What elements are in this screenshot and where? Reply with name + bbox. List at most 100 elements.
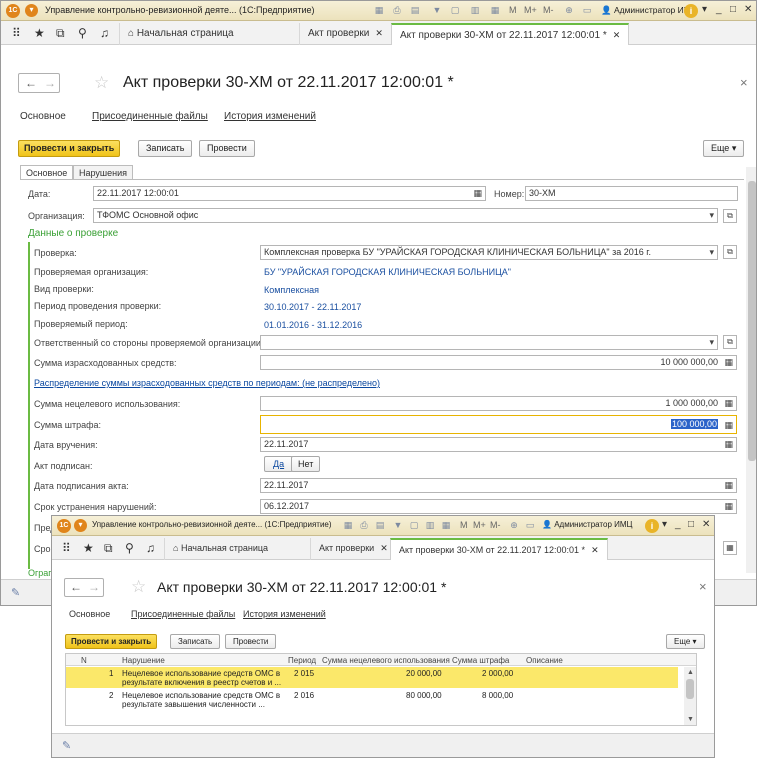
- sign-date-field[interactable]: 22.11.2017 ▦: [260, 478, 737, 493]
- section-attached-files[interactable]: Присоединенные файлы: [131, 609, 235, 619]
- check-period-value[interactable]: 30.10.2017 - 22.11.2017: [264, 302, 361, 312]
- favorite-star-icon[interactable]: ☆: [131, 577, 146, 597]
- maximize-button[interactable]: □: [730, 4, 736, 15]
- table-row[interactable]: 1 Нецелевое использование средств ОМС вр…: [66, 667, 678, 688]
- mem-minus-button[interactable]: M-: [543, 5, 554, 15]
- back-forward-buttons[interactable]: ← →: [64, 578, 104, 597]
- scroll-down-icon[interactable]: ▼: [687, 716, 694, 723]
- dropdown-arrow-icon[interactable]: ▾: [709, 209, 714, 222]
- post-button[interactable]: Провести: [199, 140, 255, 157]
- mem-button[interactable]: M: [460, 520, 468, 530]
- grid-icon[interactable]: ▦: [342, 520, 354, 531]
- history-icon[interactable]: ⧉: [104, 541, 113, 556]
- scroll-up-icon[interactable]: ▲: [687, 669, 694, 676]
- forward-arrow-icon[interactable]: →: [88, 580, 100, 594]
- col-n-header[interactable]: N: [81, 656, 87, 665]
- main-scrollbar[interactable]: [746, 167, 756, 573]
- save-icon[interactable]: ▼: [392, 520, 404, 531]
- calendar-icon[interactable]: ▦: [724, 479, 733, 492]
- dropdown-icon[interactable]: ▾: [702, 4, 707, 15]
- calculator-icon[interactable]: ▥: [469, 5, 481, 16]
- dropdown-arrow-icon[interactable]: ▾: [709, 336, 714, 349]
- write-button[interactable]: Записать: [170, 634, 221, 649]
- calendar-icon[interactable]: ▦: [724, 438, 733, 451]
- tab-act-document[interactable]: Акт проверки 30-ХМ от 22.11.2017 12:00:0…: [390, 538, 608, 560]
- favorites-icon[interactable]: ★: [34, 26, 45, 40]
- audited-org-value[interactable]: БУ "УРАЙСКАЯ ГОРОДСКАЯ КЛИНИЧЕСКАЯ БОЛЬН…: [264, 267, 511, 277]
- close-tab-icon[interactable]: ✕: [375, 28, 383, 38]
- favorites-icon[interactable]: ★: [83, 541, 94, 555]
- tab-acts-list[interactable]: Акт проверки ✕: [299, 23, 391, 45]
- print-icon[interactable]: ⎙: [391, 5, 403, 16]
- audited-period-value[interactable]: 01.01.2016 - 31.12.2016: [264, 320, 362, 330]
- open-link-icon[interactable]: ⧉: [723, 335, 737, 349]
- section-main[interactable]: Основное: [69, 609, 110, 619]
- check-field[interactable]: Комплексная проверка БУ "УРАЙСКАЯ ГОРОДС…: [260, 245, 718, 260]
- tab-act-document[interactable]: Акт проверки 30-ХМ от 22.11.2017 12:00:0…: [391, 23, 630, 45]
- main-menu-icon[interactable]: ▾: [25, 4, 38, 17]
- number-field[interactable]: 30-ХМ: [525, 186, 738, 201]
- post-button[interactable]: Провести: [225, 634, 277, 649]
- close-tab-icon[interactable]: ✕: [380, 543, 388, 553]
- preview-icon[interactable]: ▤: [374, 520, 386, 531]
- print-icon[interactable]: ⎙: [358, 520, 370, 531]
- write-button[interactable]: Записать: [138, 140, 193, 157]
- spent-sum-field[interactable]: 10 000 000,00 ▦: [260, 355, 737, 370]
- bell-icon[interactable]: ♫: [146, 541, 155, 555]
- copy-icon[interactable]: ▢: [449, 5, 461, 16]
- mem-minus-button[interactable]: M-: [490, 520, 501, 530]
- minimize-button[interactable]: _: [675, 519, 681, 530]
- fine-sum-field[interactable]: 100 000,00 ▦: [260, 415, 737, 434]
- calendar-icon[interactable]: ▦: [440, 520, 452, 531]
- more-button[interactable]: Еще ▾: [666, 634, 705, 649]
- signed-no-button[interactable]: Нет: [291, 456, 321, 472]
- subtab-main[interactable]: Основное: [20, 165, 74, 180]
- close-window-button[interactable]: ✕: [744, 4, 752, 15]
- grid-scroll-thumb[interactable]: [686, 679, 694, 699]
- grid-icon[interactable]: ▦: [373, 5, 385, 16]
- zoom-icon[interactable]: ⊕: [563, 5, 575, 16]
- calendar-icon[interactable]: ▦: [489, 5, 501, 16]
- post-and-close-button[interactable]: Провести и закрыть: [18, 140, 121, 157]
- mem-button[interactable]: M: [509, 5, 517, 15]
- col-violation-header[interactable]: Нарушение: [122, 656, 165, 665]
- responsible-field[interactable]: ▾: [260, 335, 718, 350]
- user-name[interactable]: 👤 Администратор ИМЦ: [542, 520, 632, 529]
- calculator-icon[interactable]: ▦: [724, 356, 733, 369]
- maximize-button[interactable]: □: [688, 519, 694, 530]
- col-misuse-header[interactable]: Сумма нецелевого использования: [322, 656, 450, 665]
- calendar-icon[interactable]: ▦: [723, 541, 737, 555]
- distribution-link[interactable]: Распределение суммы израсходованных сред…: [34, 378, 380, 388]
- close-window-button[interactable]: ✕: [702, 519, 710, 530]
- tab-home[interactable]: ⌂ Начальная страница: [119, 23, 242, 45]
- dropdown-arrow-icon[interactable]: ▾: [709, 246, 714, 259]
- check-type-value[interactable]: Комплексная: [264, 285, 319, 295]
- close-tab-icon[interactable]: ✕: [591, 545, 599, 555]
- calculator-icon[interactable]: ▦: [724, 417, 733, 433]
- section-attached-files[interactable]: Присоединенные файлы: [92, 111, 208, 122]
- handover-date-field[interactable]: 22.11.2017 ▦: [260, 437, 737, 452]
- col-period-header[interactable]: Период: [288, 656, 316, 665]
- organization-field[interactable]: ТФОМС Основной офис ▾: [93, 208, 718, 223]
- col-description-header[interactable]: Описание: [526, 656, 563, 665]
- window-icon[interactable]: ▭: [581, 5, 593, 16]
- tab-home[interactable]: ⌂ Начальная страница: [164, 538, 276, 560]
- open-link-icon[interactable]: ⧉: [723, 245, 737, 259]
- status-edit-icon[interactable]: ✎: [62, 739, 71, 752]
- calendar-icon[interactable]: ▦: [724, 500, 733, 513]
- main-menu-icon[interactable]: ▾: [74, 519, 87, 532]
- search-icon[interactable]: ⚲: [125, 541, 134, 555]
- subtab-violations[interactable]: Нарушения: [73, 165, 134, 180]
- window-icon[interactable]: ▭: [524, 520, 536, 531]
- col-fine-header[interactable]: Сумма штрафа: [452, 656, 509, 665]
- section-main[interactable]: Основное: [20, 111, 66, 122]
- user-name[interactable]: 👤 Администратор ИМЦ: [601, 5, 697, 16]
- back-arrow-icon[interactable]: ←: [25, 76, 37, 90]
- info-icon[interactable]: i: [684, 4, 698, 18]
- status-edit-icon[interactable]: ✎: [11, 586, 20, 599]
- forward-arrow-icon[interactable]: →: [44, 76, 56, 90]
- search-icon[interactable]: ⚲: [78, 26, 87, 40]
- open-link-icon[interactable]: ⧉: [723, 209, 737, 223]
- preview-icon[interactable]: ▤: [409, 5, 421, 16]
- calendar-icon[interactable]: ▦: [473, 187, 482, 200]
